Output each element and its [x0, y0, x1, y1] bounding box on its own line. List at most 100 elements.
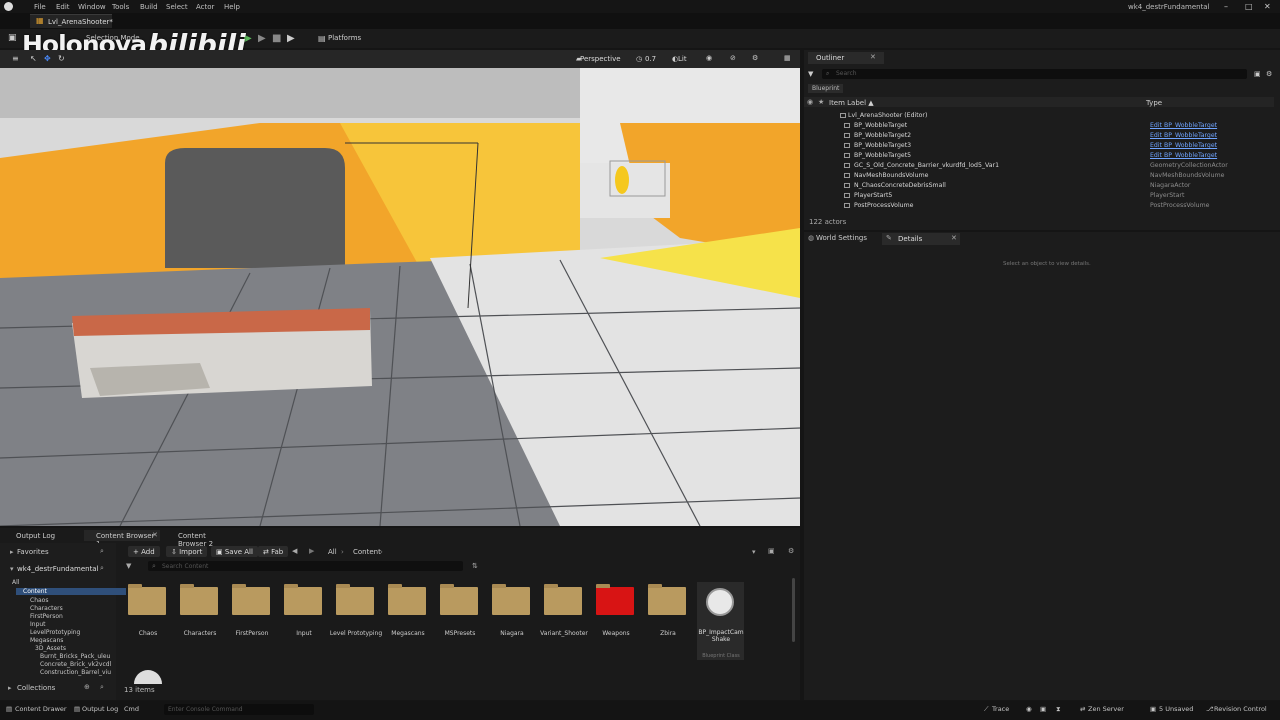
step-icon[interactable]: ▶ — [258, 33, 266, 44]
output-log-tab[interactable]: Output Log — [4, 530, 55, 541]
table-row[interactable]: PlayerStart5 PlayerStart — [804, 191, 1270, 201]
snapshot-icon[interactable]: ▣ — [1040, 705, 1046, 713]
folder-firstperson[interactable] — [232, 584, 270, 615]
folder-characters[interactable] — [180, 584, 218, 615]
settings-gear-icon[interactable]: ⚙ — [788, 547, 794, 555]
tree-item-concrete-brick[interactable]: Concrete_Brick_vk2vcdl — [40, 661, 111, 668]
zen-server-button[interactable]: Zen Server — [1088, 705, 1124, 713]
history-back-icon[interactable]: ◀ — [292, 547, 297, 555]
folder-variant-shooter[interactable] — [544, 584, 582, 615]
tree-item-chaos[interactable]: Chaos — [30, 597, 48, 604]
folder-mspresets[interactable] — [440, 584, 478, 615]
maximize-icon[interactable]: □ — [1245, 2, 1253, 11]
collections-header[interactable]: Collections — [17, 684, 55, 692]
search-icon[interactable]: ⌕ — [100, 547, 104, 556]
menu-build[interactable]: Build — [140, 3, 158, 11]
filter-icon[interactable]: ▼ — [808, 70, 813, 78]
breadcrumb-all[interactable]: All — [328, 548, 337, 556]
folder-chaos[interactable] — [128, 584, 166, 615]
table-row[interactable]: PostProcessVolume PostProcessVolume — [804, 201, 1270, 211]
content-browser-1-tab[interactable]: Content Browser 1 — [84, 530, 160, 548]
folder-zbira[interactable] — [648, 584, 686, 615]
table-row[interactable]: BP_WobbleTarget2 Edit BP_WobbleTarget — [804, 131, 1270, 141]
expand-arrow-icon[interactable]: ▸ — [8, 684, 12, 692]
launch-icon[interactable]: ▶ — [287, 33, 295, 44]
table-row[interactable]: NavMeshBoundsVolume NavMeshBoundsVolume — [804, 171, 1270, 181]
scrollbar[interactable] — [792, 578, 795, 642]
item-label-column[interactable]: Item Label ▲ — [829, 99, 874, 107]
world-settings-tab[interactable]: World Settings — [816, 234, 867, 242]
derived-data-icon[interactable]: ⧗ — [1056, 705, 1061, 714]
revision-control-button[interactable]: Revision Control — [1214, 705, 1267, 713]
menu-window[interactable]: Window — [78, 3, 106, 11]
add-collection-icon[interactable]: ⊕ — [84, 683, 90, 691]
table-row[interactable]: BP_WobbleTarget Edit BP_WobbleTarget — [804, 121, 1270, 131]
menu-actor[interactable]: Actor — [196, 3, 214, 11]
chevron-down-icon[interactable]: ▾ — [752, 548, 756, 556]
outliner-root-row[interactable]: Lvl_ArenaShooter (Editor) — [804, 111, 1270, 121]
view-mode-dropdown[interactable]: Lit — [678, 55, 687, 63]
level-viewport[interactable] — [0, 68, 800, 526]
expand-arrow-icon[interactable]: ▸ — [10, 548, 14, 556]
history-forward-icon[interactable]: ▶ — [309, 547, 314, 555]
lock-icon[interactable]: ▣ — [768, 547, 775, 555]
table-row[interactable]: N_ChaosConcreteDebrisSmall NiagaraActor — [804, 181, 1270, 191]
record-icon[interactable]: ◉ — [1026, 705, 1032, 713]
breadcrumb-content[interactable]: Content — [353, 548, 381, 556]
menu-file[interactable]: File — [34, 3, 46, 11]
folder-niagara[interactable] — [492, 584, 530, 615]
project-header[interactable]: wk4_destrFundamental — [17, 565, 99, 573]
collapse-arrow-icon[interactable]: ▾ — [10, 565, 14, 573]
tree-item-3d-assets[interactable]: 3D_Assets — [35, 645, 66, 652]
table-row[interactable]: BP_WobbleTarget3 Edit BP_WobbleTarget — [804, 141, 1270, 151]
tree-item-input[interactable]: Input — [30, 621, 46, 628]
folder-weapons[interactable] — [596, 584, 634, 615]
menu-select[interactable]: Select — [166, 3, 188, 11]
add-folder-icon[interactable]: ▣ — [1254, 70, 1261, 78]
pin-icon[interactable]: ★ — [818, 98, 824, 106]
folder-megascans[interactable] — [388, 584, 426, 615]
add-button[interactable]: + Add — [128, 546, 160, 557]
settings-gear-icon[interactable]: ⚙ — [752, 54, 758, 62]
tree-item-firstperson[interactable]: FirstPerson — [30, 613, 63, 620]
import-button[interactable]: ⇩ Import — [166, 546, 208, 557]
outliner-search-input[interactable]: ⌕ Search — [822, 69, 1247, 79]
tree-item-content[interactable]: Content — [16, 588, 126, 595]
menu-help[interactable]: Help — [224, 3, 240, 11]
save-all-button[interactable]: ▣ Save All — [211, 546, 258, 557]
tree-item-levelprototyping[interactable]: LevelPrototyping — [30, 629, 80, 636]
unsaved-button[interactable]: 5 Unsaved — [1159, 705, 1193, 713]
close-icon[interactable]: ✕ — [152, 531, 158, 539]
trace-button[interactable]: Trace — [992, 705, 1009, 713]
folder-level-prototyping[interactable] — [336, 584, 374, 615]
save-icon[interactable]: ▣ — [8, 33, 17, 43]
tree-item-burnt-bricks[interactable]: Burnt_Bricks_Pack_uleu — [40, 653, 110, 660]
fab-button[interactable]: ⇄ Fab — [258, 546, 289, 557]
content-drawer-button[interactable]: Content Drawer — [15, 705, 67, 713]
tree-item-all[interactable]: All — [12, 579, 19, 586]
stop-icon[interactable]: ■ — [272, 33, 281, 44]
camera-speed-value[interactable]: 0.7 — [645, 55, 656, 63]
close-window-icon[interactable]: ✕ — [1264, 2, 1271, 11]
visibility-icon[interactable]: ◉ — [807, 98, 813, 106]
favorites-header[interactable]: Favorites — [17, 548, 49, 556]
perspective-dropdown[interactable]: Perspective — [580, 55, 621, 63]
translate-tool-icon[interactable]: ✥ — [44, 54, 51, 63]
snap-icon[interactable]: ⊘ — [730, 54, 736, 62]
tree-item-construction-barrel[interactable]: Construction_Barrel_viu — [40, 669, 111, 676]
output-log-button[interactable]: Output Log — [82, 705, 118, 713]
viewport-menu-icon[interactable]: ≡ — [12, 54, 19, 63]
settings-gear-icon[interactable]: ⚙ — [1266, 70, 1272, 78]
rotate-tool-icon[interactable]: ↻ — [58, 54, 65, 63]
tree-item-megascans[interactable]: Megascans — [30, 637, 63, 644]
type-column[interactable]: Type — [1146, 99, 1162, 107]
filter-icon[interactable]: ▼ — [126, 562, 131, 570]
filter-chip[interactable]: Blueprint — [808, 84, 844, 93]
menu-tools[interactable]: Tools — [112, 3, 129, 11]
search-icon[interactable]: ⌕ — [100, 564, 104, 573]
select-tool-icon[interactable]: ↖ — [30, 54, 37, 63]
close-icon[interactable]: ✕ — [870, 53, 876, 61]
details-tab[interactable]: Details — [882, 233, 960, 245]
minimize-icon[interactable]: – — [1224, 2, 1228, 11]
search-icon[interactable]: ⌕ — [100, 683, 104, 692]
